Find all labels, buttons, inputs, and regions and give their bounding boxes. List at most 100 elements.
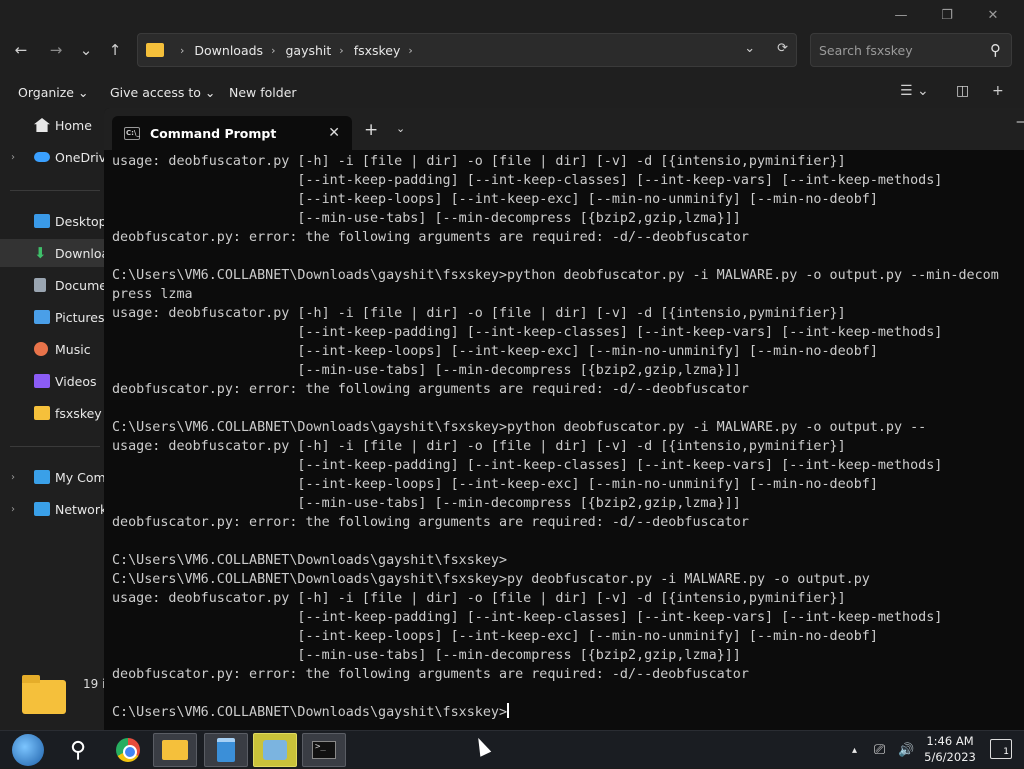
sidebar-item-label: Downloads <box>55 245 104 261</box>
search-box[interactable]: Search fsxskey ⚲ <box>810 33 1012 67</box>
breadcrumb-fsxskey[interactable]: fsxskey <box>354 43 401 58</box>
chevron-right-icon[interactable]: › <box>11 152 15 163</box>
text-cursor <box>507 703 510 718</box>
address-bar[interactable]: › Downloads › gayshit › fsxskey › ⌄ ⟳ <box>137 33 797 67</box>
close-button[interactable]: ✕ <box>970 4 1016 26</box>
view-details-icon[interactable]: ☰ ⌄ <box>900 83 929 99</box>
taskbar-chrome[interactable] <box>106 733 150 767</box>
chevron-right-icon[interactable]: › <box>11 472 15 483</box>
sidebar-item-label: Home <box>55 117 92 133</box>
taskbar-file-explorer[interactable] <box>153 733 197 767</box>
sidebar-item-home[interactable]: Home <box>0 111 104 139</box>
sidebar-item-network[interactable]: › Network <box>0 495 104 523</box>
terminal-line: deobfuscator.py: error: the following ar… <box>112 667 749 682</box>
show-hidden-icons-arrow[interactable]: ▴ <box>852 731 857 769</box>
start-button[interactable] <box>6 733 50 767</box>
clock-time: 1:46 AM <box>926 734 974 748</box>
sidebar-item-desktop[interactable]: Desktop <box>0 207 104 235</box>
sidebar-item-my-computer[interactable]: › My Computer <box>0 463 104 491</box>
sidebar-item-label: OneDrive <box>55 149 104 165</box>
network-icon <box>34 502 50 516</box>
sidebar-item-label: Documents <box>55 277 104 293</box>
terminal-line: [--int-keep-loops] [--int-keep-exc] [--m… <box>112 344 878 359</box>
organize-menu[interactable]: Organize ⌄ <box>18 85 88 100</box>
desktop-icon <box>34 214 50 228</box>
picture-icon <box>34 310 50 324</box>
terminal-line: C:\Users\VM6.COLLABNET\Downloads\gayshit… <box>112 572 870 587</box>
terminal-line: deobfuscator.py: error: the following ar… <box>112 515 749 530</box>
sidebar-item-label: My Computer <box>55 469 104 485</box>
terminal-line: press lzma <box>112 287 193 302</box>
preview-pane-icon[interactable]: ◫ <box>956 83 969 99</box>
navigation-pane: Home › OneDrive Desktop ⬇ Downloads Docu… <box>0 108 104 668</box>
taskbar-control-panel[interactable] <box>253 733 297 767</box>
cloud-icon <box>34 152 50 162</box>
music-icon <box>34 342 48 356</box>
breadcrumb-separator: › <box>339 43 344 57</box>
new-folder-button[interactable]: New folder <box>229 85 297 100</box>
terminal-line: C:\Users\VM6.COLLABNET\Downloads\gayshit… <box>112 553 508 568</box>
terminal-icon: >_ <box>312 741 336 759</box>
terminal-line: [--min-use-tabs] [--min-decompress [{bzi… <box>112 363 741 378</box>
breadcrumb-downloads[interactable]: Downloads <box>194 43 263 58</box>
add-icon[interactable]: + <box>992 83 1004 99</box>
sidebar-item-label: Music <box>55 341 91 357</box>
computer-icon <box>34 470 50 484</box>
chevron-right-icon[interactable]: › <box>11 504 15 515</box>
tab-dropdown-icon[interactable]: ⌄ <box>396 122 405 135</box>
clock-date: 5/6/2023 <box>924 750 976 764</box>
terminal-prompt-line: C:\Users\VM6.COLLABNET\Downloads\gayshit… <box>112 703 1024 722</box>
notepad-icon <box>217 738 235 762</box>
system-clock[interactable]: 1:46 AM 5/6/2023 <box>924 733 976 765</box>
back-arrow-icon[interactable]: ← <box>10 39 32 61</box>
sidebar-item-videos[interactable]: Videos <box>0 367 104 395</box>
terminal-line: deobfuscator.py: error: the following ar… <box>112 382 749 397</box>
minimize-button[interactable]: — <box>1016 114 1024 130</box>
terminal-line: [--min-use-tabs] [--min-decompress [{bzi… <box>112 648 741 663</box>
taskbar-terminal[interactable]: >_ <box>302 733 346 767</box>
windows-logo-icon <box>12 734 44 766</box>
refresh-icon[interactable]: ⟳ <box>777 41 788 56</box>
up-arrow-icon[interactable]: ↑ <box>104 39 126 61</box>
terminal-line: usage: deobfuscator.py [-h] -i [file | d… <box>112 439 846 454</box>
taskbar-notepad[interactable] <box>204 733 248 767</box>
terminal-output[interactable]: usage: deobfuscator.py [-h] -i [file | d… <box>112 152 1024 730</box>
breadcrumb-separator: › <box>180 43 185 57</box>
volume-icon[interactable]: 🔊 <box>898 731 914 769</box>
command-prompt-window[interactable]: C:\_ Command Prompt ✕ + ⌄ — usage: deobf… <box>104 108 1024 730</box>
folder-icon <box>162 740 188 760</box>
maximize-button[interactable]: ❐ <box>924 4 970 26</box>
taskbar-search-button[interactable]: ⚲ <box>56 733 100 767</box>
sidebar-item-music[interactable]: Music <box>0 335 104 363</box>
sidebar-item-pictures[interactable]: Pictures <box>0 303 104 331</box>
terminal-line: [--int-keep-loops] [--int-keep-exc] [--m… <box>112 629 878 644</box>
search-placeholder: Search fsxskey <box>819 43 913 58</box>
forward-arrow-icon[interactable]: → <box>45 39 67 61</box>
recent-locations-icon[interactable]: ⌄ <box>75 39 97 61</box>
terminal-line: [--int-keep-padding] [--int-keep-classes… <box>112 173 943 188</box>
tab-title: Command Prompt <box>150 125 277 141</box>
new-tab-button[interactable]: + <box>364 120 378 140</box>
network-icon[interactable]: ⎚ <box>874 731 885 769</box>
address-dropdown-icon[interactable]: ⌄ <box>744 41 755 56</box>
terminal-line: deobfuscator.py: error: the following ar… <box>112 230 749 245</box>
item-count: 19 i <box>83 677 106 691</box>
sidebar-item-onedrive[interactable]: › OneDrive <box>0 143 104 171</box>
tab-command-prompt[interactable]: C:\_ Command Prompt ✕ <box>112 116 352 150</box>
sidebar-item-documents[interactable]: Documents <box>0 271 104 299</box>
sidebar-item-downloads[interactable]: ⬇ Downloads <box>0 239 104 267</box>
terminal-line: [--min-use-tabs] [--min-decompress [{bzi… <box>112 211 741 226</box>
terminal-line: [--int-keep-padding] [--int-keep-classes… <box>112 325 943 340</box>
sidebar-item-label: Videos <box>55 373 97 389</box>
minimize-button[interactable]: — <box>878 4 924 26</box>
close-tab-icon[interactable]: ✕ <box>328 125 340 141</box>
document-icon <box>34 278 46 292</box>
search-icon[interactable]: ⚲ <box>990 41 1001 59</box>
give-access-menu[interactable]: Give access to ⌄ <box>110 85 215 100</box>
notification-center-icon[interactable]: 1 <box>990 739 1012 759</box>
terminal-line: usage: deobfuscator.py [-h] -i [file | d… <box>112 154 846 169</box>
sidebar-item-fsxskey[interactable]: fsxskey <box>0 399 104 427</box>
breadcrumb-gayshit[interactable]: gayshit <box>285 43 331 58</box>
sidebar-item-label: Pictures <box>55 309 104 325</box>
